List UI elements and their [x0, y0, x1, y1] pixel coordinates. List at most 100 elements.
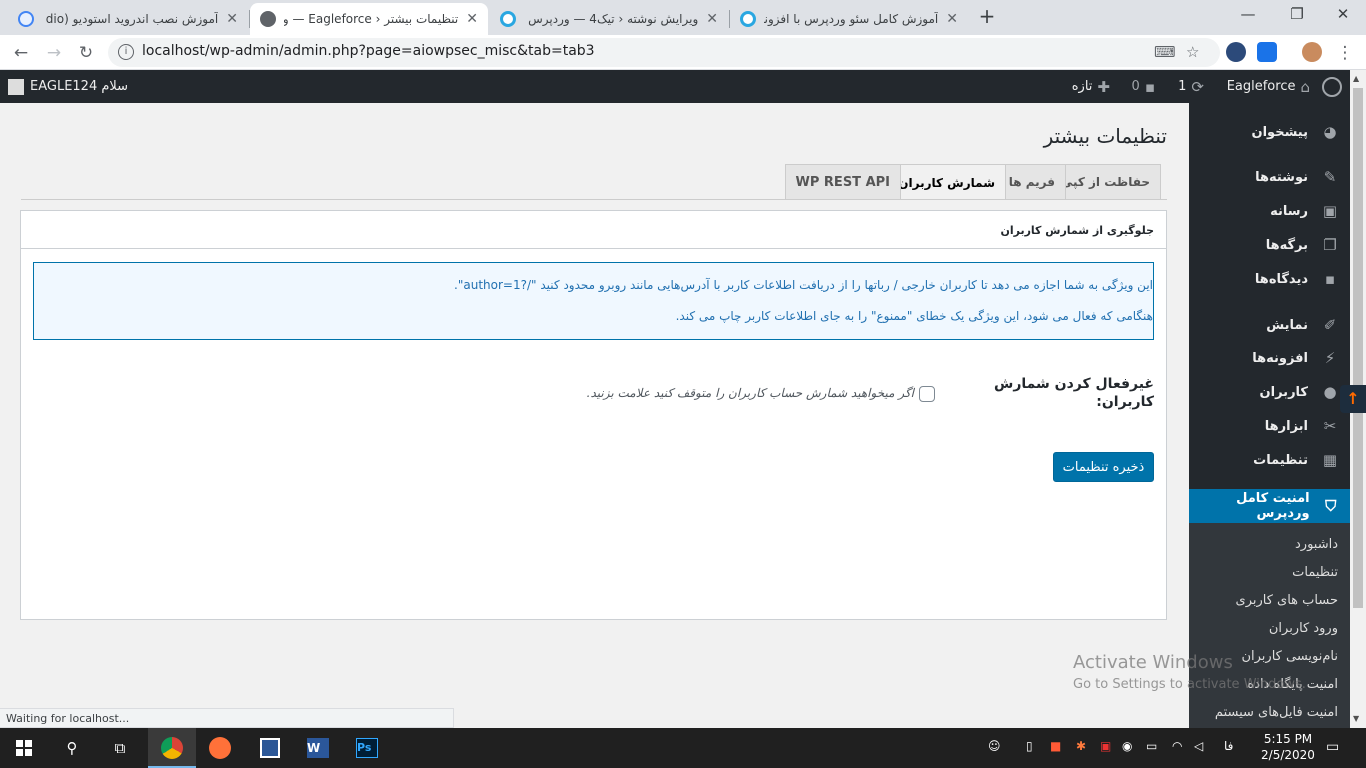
minimize-button[interactable]: —	[1233, 5, 1263, 23]
people-icon[interactable]: ☺	[988, 739, 1001, 753]
close-window-button[interactable]: ✕	[1328, 5, 1358, 23]
menu-item-dashboard[interactable]: ◕ پیشخوان	[1189, 115, 1350, 149]
my-account-link[interactable]: سلام EAGLE124	[8, 70, 128, 103]
close-tab-icon[interactable]: ✕	[466, 11, 478, 27]
tab-wp-rest-api[interactable]: WP REST API	[784, 164, 901, 199]
users-icon: ●	[1323, 383, 1337, 401]
menu-item-appearance[interactable]: ✐ نمایش	[1189, 308, 1350, 342]
url-text[interactable]: localhost/wp-admin/admin.php?page=aiowps…	[142, 43, 595, 59]
extension-icon[interactable]	[1257, 42, 1277, 62]
pages-icon: ❐	[1323, 236, 1337, 254]
info-icon[interactable]: i	[118, 44, 134, 60]
browser-tab-2[interactable]: ✕ تنظیمات بیشتر ‹ Eagleforce — ورد	[250, 3, 488, 35]
tray-app-icon[interactable]: ▣	[1100, 739, 1111, 753]
wifi-icon[interactable]: ◠	[1172, 739, 1182, 753]
notification-icon[interactable]: ▭	[1326, 739, 1339, 755]
browser-tab-1[interactable]: ✕ آموزش نصب اندروید استودیو (dio	[8, 3, 248, 35]
translate-icon[interactable]: ⌨	[1154, 43, 1176, 61]
close-tab-icon[interactable]: ✕	[946, 11, 958, 27]
main-content: تنظیمات بیشتر حفاظت از کپی فریم ها شمارش…	[0, 103, 1189, 728]
extension-icon[interactable]	[1226, 42, 1246, 62]
submenu-item[interactable]: ورود کاربران	[1269, 621, 1338, 636]
save-settings-button[interactable]: ذخیره تنظیمات	[1053, 452, 1154, 482]
browser-tab-4[interactable]: ✕ آموزش کامل سئو وردپرس با افزونه	[730, 3, 968, 35]
app-icon[interactable]	[256, 734, 284, 762]
photoshop-icon[interactable]: Ps	[353, 734, 381, 762]
submenu-item[interactable]: نام‌نویسی کاربران	[1241, 649, 1338, 664]
windows-start-icon[interactable]	[10, 734, 38, 762]
menu-item-media[interactable]: ▣ رسانه	[1189, 194, 1350, 228]
menu-item-comments[interactable]: ▪ دیدگاه‌ها	[1189, 262, 1350, 296]
new-content-link[interactable]: ✚ تازه	[1072, 70, 1110, 103]
menu-item-plugins[interactable]: ⚡ افزونه‌ها	[1189, 341, 1350, 375]
menu-item-settings[interactable]: ▦ تنظیمات	[1189, 443, 1350, 477]
menu-label: ابزارها	[1264, 418, 1308, 434]
tray-app-icon[interactable]: ■	[1050, 739, 1061, 753]
floating-widget-icon[interactable]: ↑	[1340, 385, 1366, 413]
address-bar[interactable]: i localhost/wp-admin/admin.php?page=aiow…	[108, 38, 1220, 67]
activate-windows-title: Activate Windows	[1073, 652, 1233, 673]
tray-app-icon[interactable]: ◉	[1122, 739, 1132, 753]
scroll-down-icon[interactable]: ▼	[1353, 714, 1359, 723]
tab-frames[interactable]: فریم ها	[997, 164, 1066, 199]
loading-icon	[500, 11, 516, 27]
shield-icon: ⛉	[1325, 497, 1337, 515]
back-button[interactable]: ←	[9, 41, 33, 65]
menu-item-posts[interactable]: ✎ نوشته‌ها	[1189, 160, 1350, 194]
tray-app-icon[interactable]: ▯	[1026, 739, 1033, 753]
tray-app-icon[interactable]: ✱	[1076, 739, 1086, 753]
windows-taskbar: ⚲ ⧉ W Ps ☺ ▯ ■ ✱ ▣ ◉ ▭ ◠ ◁ فا 5:15 PM 2/…	[0, 728, 1366, 768]
submenu-item[interactable]: داشبورد	[1295, 537, 1338, 552]
site-name-link[interactable]: ⌂ Eagleforce	[1227, 70, 1310, 103]
submenu-item[interactable]: امنیت فایل‌های سیستم	[1215, 705, 1338, 720]
menu-item-pages[interactable]: ❐ برگه‌ها	[1189, 228, 1350, 262]
browser-toolbar: ← → ↻ i localhost/wp-admin/admin.php?pag…	[0, 35, 1366, 70]
battery-icon[interactable]: ▭	[1146, 739, 1157, 753]
firefox-icon[interactable]	[206, 734, 234, 762]
plugins-icon: ⚡	[1324, 349, 1336, 367]
close-tab-icon[interactable]: ✕	[226, 11, 238, 27]
tab-user-enumeration[interactable]: شمارش کاربران	[887, 164, 1006, 200]
menu-icon[interactable]: ⋮	[1333, 41, 1357, 65]
reload-button[interactable]: ↻	[74, 41, 98, 65]
submenu-item[interactable]: حساب های کاربری	[1236, 593, 1338, 608]
task-view-icon[interactable]: ⧉	[106, 734, 134, 762]
menu-label: نوشته‌ها	[1255, 169, 1308, 185]
info-notice: این ویژگی به شما اجازه می دهد تا کاربران…	[33, 262, 1154, 340]
tab-title: آموزش نصب اندروید استودیو (dio	[45, 12, 219, 26]
updates-icon: ⟳	[1191, 77, 1204, 96]
submenu-item[interactable]: تنظیمات	[1292, 565, 1338, 580]
avatar	[8, 78, 24, 95]
close-tab-icon[interactable]: ✕	[706, 11, 718, 27]
updates-link[interactable]: ⟳ 1	[1178, 70, 1204, 103]
system-clock[interactable]: 5:15 PM 2/5/2020	[1258, 731, 1318, 763]
bookmark-star-icon[interactable]: ☆	[1186, 43, 1199, 61]
volume-icon[interactable]: ◁	[1194, 739, 1203, 753]
language-indicator[interactable]: فا	[1224, 739, 1233, 753]
dashboard-icon: ◕	[1323, 123, 1337, 141]
menu-item-users[interactable]: ● کاربران	[1189, 375, 1350, 409]
menu-item-tools[interactable]: ✂ ابزارها	[1189, 409, 1350, 443]
new-tab-button[interactable]: +	[976, 5, 998, 27]
menu-label: برگه‌ها	[1265, 237, 1308, 253]
search-icon[interactable]: ⚲	[58, 734, 86, 762]
profile-avatar[interactable]	[1302, 42, 1322, 62]
site-favicon-icon	[18, 11, 34, 27]
menu-label: امنیت کامل وردپرس	[1236, 491, 1310, 521]
disable-enumeration-checkbox[interactable]	[919, 386, 935, 402]
wp-logo-icon[interactable]	[1322, 70, 1342, 103]
settings-icon: ▦	[1322, 451, 1338, 469]
menu-item-security[interactable]: ⛉ امنیت کامل وردپرس	[1189, 489, 1350, 523]
scrollbar-thumb[interactable]	[1353, 88, 1363, 608]
word-icon[interactable]: W	[304, 734, 332, 762]
browser-tab-3[interactable]: ✕ ویرایش نوشته ‹ تیک4 — وردپرس	[490, 3, 728, 35]
loading-icon	[740, 11, 756, 27]
scroll-up-icon[interactable]: ▲	[1353, 74, 1359, 83]
maximize-button[interactable]: ❐	[1282, 5, 1312, 23]
comments-link[interactable]: ▪ 0	[1132, 70, 1155, 103]
notice-line-1: این ویژگی به شما اجازه می دهد تا کاربران…	[454, 278, 1153, 292]
tab-copy-protection[interactable]: حفاظت از کپی	[1049, 164, 1161, 199]
chrome-icon[interactable]	[158, 734, 186, 762]
greeting-text: سلام EAGLE124	[30, 79, 129, 94]
forward-button[interactable]: →	[42, 41, 66, 65]
